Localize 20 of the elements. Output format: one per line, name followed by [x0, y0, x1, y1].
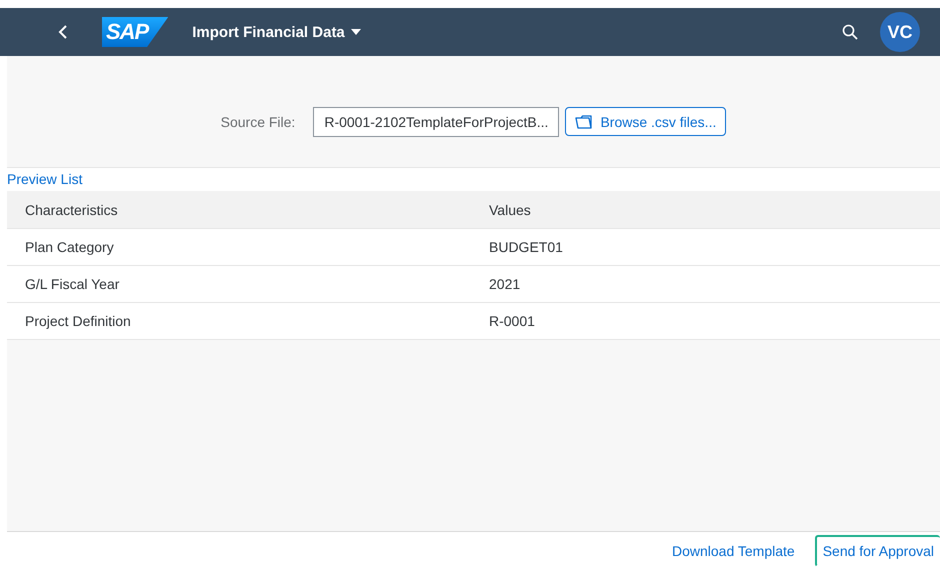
browse-button[interactable]: Browse .csv files...: [565, 107, 726, 136]
back-icon: [58, 24, 68, 40]
caret-icon: [350, 28, 361, 36]
column-header: Values: [488, 200, 532, 220]
table-cell-text: Plan Category: [24, 238, 115, 257]
folder-icon: [575, 114, 594, 128]
table-cell-text: R-0001: [488, 312, 536, 331]
search-icon: [842, 24, 858, 40]
column-header: Characteristics: [24, 200, 119, 220]
source-file-label: Source File:: [220, 114, 296, 130]
file-name-field[interactable]: R-0001-2102TemplateForProjectB...: [313, 106, 560, 136]
table-cell-text: G/L Fiscal Year: [24, 275, 120, 294]
logo: SAP: [102, 17, 168, 47]
user-avatar[interactable]: VC: [880, 12, 920, 52]
app-title-menu[interactable]: Import Financial Data: [192, 24, 361, 40]
table-cell-text: Project Definition: [24, 312, 132, 331]
table-cell-text: 2021: [488, 275, 522, 294]
preview-list-link[interactable]: Preview List: [7, 168, 82, 191]
footer-button[interactable]: Send for Approval: [814, 535, 940, 567]
table-cell-text: BUDGET01: [488, 238, 564, 257]
